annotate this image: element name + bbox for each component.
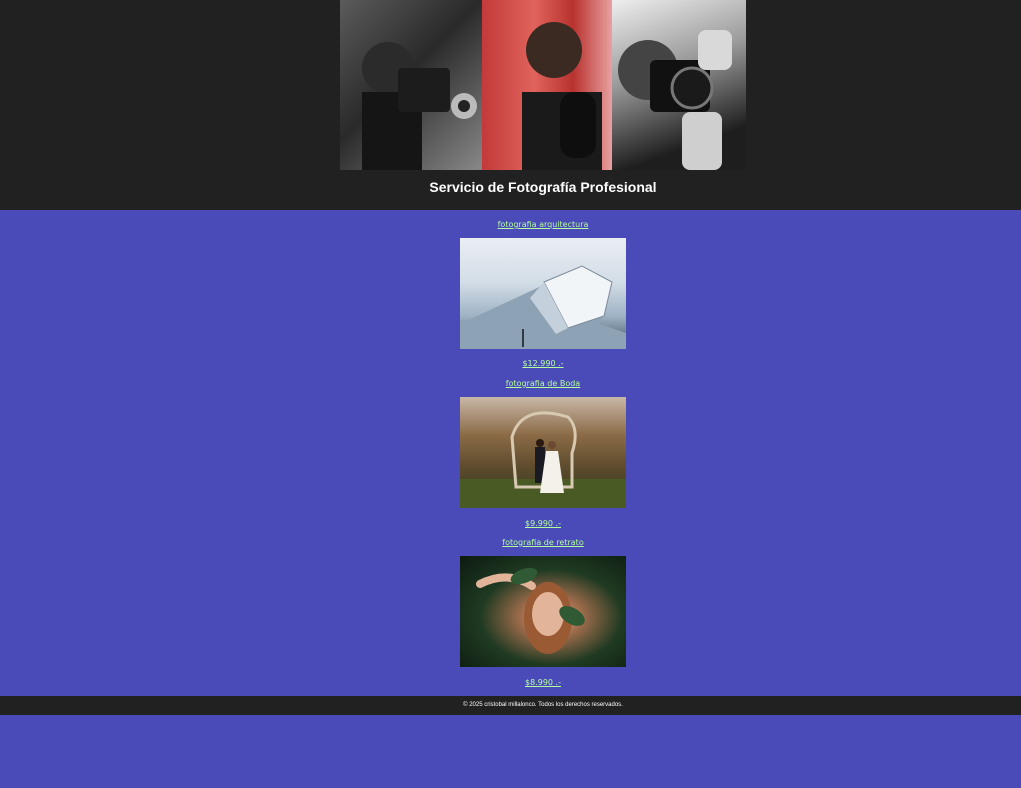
service-link-retrato[interactable]: fotografia de retrato <box>400 538 686 548</box>
service-price-boda[interactable]: $9.990 .- <box>400 519 686 529</box>
hero-photo-camera <box>612 0 746 170</box>
hero-photo-microphone <box>482 0 612 170</box>
hero-photo-film-camera <box>340 0 482 170</box>
service-link-boda[interactable]: fotografia de Boda <box>400 379 686 389</box>
service-price-retrato[interactable]: $8.990 .- <box>400 678 686 688</box>
service-image-retrato[interactable] <box>460 556 626 667</box>
service-image-arquitectura[interactable] <box>460 238 626 349</box>
hero-image <box>340 0 746 170</box>
page-header: Servicio de Fotografía Profesional <box>0 0 1021 210</box>
page-title: Servicio de Fotografía Profesional <box>429 179 657 195</box>
service-link-arquitectura[interactable]: fotografia arquitectura <box>400 220 686 230</box>
footer-copyright: © 2025 cristobal millalonco. Todos los d… <box>463 702 623 708</box>
service-price-arquitectura[interactable]: $12.990 .- <box>400 359 686 369</box>
service-image-boda[interactable] <box>460 397 626 508</box>
page-footer: © 2025 cristobal millalonco. Todos los d… <box>0 696 1021 715</box>
